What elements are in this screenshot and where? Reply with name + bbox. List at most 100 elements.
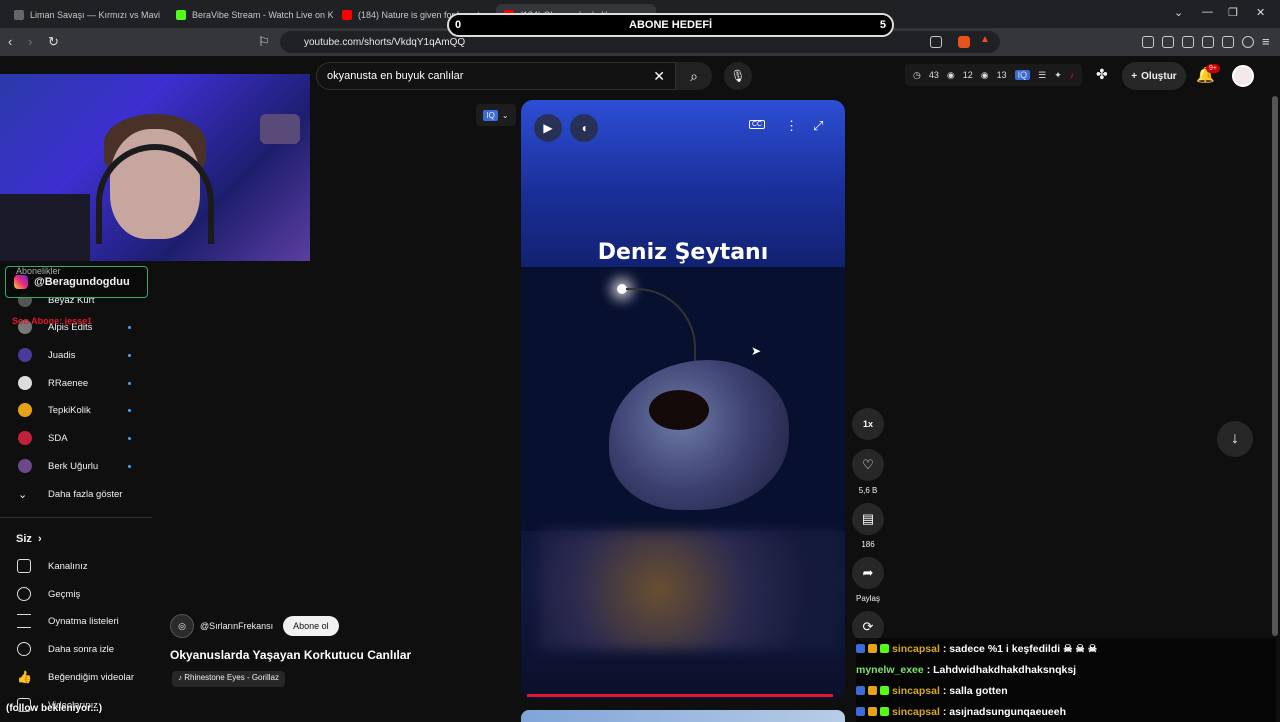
browser-tab[interactable]: Liman Savaşı — Kırmızı vs Mavi [6, 4, 166, 26]
volume-button[interactable]: ◖ [570, 114, 598, 142]
play-button[interactable]: ▶ [534, 114, 562, 142]
sidebar-item-rraenee[interactable]: RRaenee [0, 370, 150, 396]
video-progress-bar[interactable] [527, 694, 833, 697]
plus-icon: + [1131, 70, 1138, 82]
url-text: youtube.com/shorts/VkdqY1qAmQQ [304, 36, 466, 48]
create-button[interactable]: + Oluştur [1122, 62, 1186, 90]
playlist-icon [17, 614, 31, 628]
menu-icon[interactable]: ≡ [1262, 34, 1270, 49]
forward-icon[interactable]: › [28, 34, 32, 49]
bookmark-icon[interactable]: ⚐ [258, 34, 270, 50]
mic-icon: 🎙 [730, 69, 746, 83]
avatar[interactable] [1232, 65, 1254, 87]
brave-shield-icon[interactable] [958, 36, 970, 48]
maximize-icon[interactable]: ❐ [1228, 6, 1238, 19]
sidebar-item-playlists[interactable]: Oynatma listeleri [0, 608, 150, 634]
playback-speed-button[interactable]: 1x [852, 408, 884, 440]
new-content-dot [128, 436, 131, 440]
subscribe-button[interactable]: Abone ol [283, 616, 339, 636]
tab-label: BeraVibe Stream - Watch Live on Kick [192, 10, 333, 20]
share-button[interactable]: ➦ [852, 557, 884, 589]
back-icon[interactable]: ‹ [8, 34, 12, 49]
chevron-down-icon: ⌄ [18, 488, 28, 501]
subscriptions-header[interactable]: Abonelikler [16, 266, 61, 276]
sidebar-item-label: Daha sonra izle [48, 643, 115, 655]
voice-search-button[interactable]: 🎙 [724, 62, 752, 90]
badge-icon [856, 707, 865, 716]
extension-stats[interactable]: ◷ 43 ◉ 12 ◉ 13 IQ ☰ ✦ ♪ [905, 64, 1083, 86]
shorts-player[interactable]: ▶ ◖ CC ⋮ ⤢ Deniz Şeytanı ➤ [521, 100, 845, 700]
short-title[interactable]: Okyanuslarda Yaşayan Korkutucu Canlılar [170, 648, 411, 662]
channel-avatar[interactable]: ◎ [170, 614, 194, 638]
brand-icon[interactable]: ✤ [1096, 66, 1108, 83]
fullscreen-icon[interactable]: ⤢ [813, 118, 823, 134]
follow-status: (follow bekleniyor...) [6, 703, 103, 714]
chat-message: sincapsal : sadece %1 i keşfedildi ☠ ☠ ☠ [856, 638, 1276, 659]
sidebar-item-juadis[interactable]: Juadis [0, 342, 150, 368]
scrollbar[interactable] [1272, 96, 1278, 636]
clock-icon: ◷ [913, 69, 921, 80]
sidebar-item-sda[interactable]: SDA [0, 425, 150, 451]
arrow-down-icon: ↓ [1231, 430, 1239, 447]
music-note-icon: ♪ [178, 673, 182, 682]
minimize-icon[interactable]: — [1202, 6, 1213, 18]
channel-avatar [18, 376, 32, 390]
iq-extension-chip[interactable]: IQ ⌄ [476, 104, 516, 126]
sidebar-item-history[interactable]: Geçmiş [0, 581, 150, 607]
reload-icon[interactable]: ↻ [48, 34, 59, 50]
chat-overlay: sincapsal : sadece %1 i keşfedildi ☠ ☠ ☠… [856, 638, 1276, 722]
music-chip[interactable]: ♪ Rhinestone Eyes - Gorillaz [172, 671, 285, 687]
chat-text: : salla gotten [942, 684, 1008, 697]
music-icon[interactable] [1162, 36, 1174, 48]
vpn-icon[interactable] [1242, 36, 1254, 48]
history-icon [17, 587, 31, 601]
badge-icon [880, 644, 889, 653]
next-video-button[interactable]: ↓ [1217, 421, 1253, 457]
chat-text: : Lahdwidhakdhakdhaksnqksj [926, 663, 1077, 676]
leo-icon[interactable] [1222, 36, 1234, 48]
badge-icon [868, 707, 877, 716]
brave-rewards-icon[interactable]: ▲ [980, 34, 992, 46]
channel-name[interactable]: @SırlarınFrekansı [200, 621, 273, 631]
search-input[interactable]: okyanusta en buyuk canlılar ✕ [316, 62, 676, 90]
subscriber-goal-bar: 0 ABONE HEDEFİ 5 [447, 13, 894, 37]
like-count: 5,6 B [858, 486, 878, 495]
sidebar-item-tepkikolik[interactable]: TepkiKolik [0, 397, 150, 423]
chat-username: sincapsal [892, 684, 940, 697]
comments-button[interactable]: ▤ [852, 503, 884, 535]
stat-value: 12 [962, 70, 973, 80]
wallet-icon[interactable] [1202, 36, 1214, 48]
sidebar-item-berk-ugurlu[interactable]: Berk Uğurlu [0, 453, 150, 479]
goal-label: ABONE HEDEFİ [629, 19, 713, 31]
sidebar-item-watch-later[interactable]: Daha sonra izle [0, 636, 150, 662]
you-section-header[interactable]: Siz › [0, 526, 150, 552]
sidebar-item-liked-videos[interactable]: 👍 Beğendiğim videolar [0, 664, 150, 690]
sidebar-item-label: SDA [48, 432, 68, 444]
clear-search-icon[interactable]: ✕ [653, 68, 665, 85]
share-label: Paylaş [855, 594, 880, 603]
more-options-icon[interactable]: ⋮ [785, 118, 798, 134]
youtube-icon [342, 10, 352, 20]
chat-text: : sadece %1 i keşfedildi ☠ ☠ ☠ [942, 642, 1098, 655]
browser-tab[interactable]: BeraVibe Stream - Watch Live on Kick [168, 4, 333, 26]
badge-icon [856, 686, 865, 695]
next-short-preview[interactable] [521, 710, 845, 722]
captions-icon[interactable]: CC [749, 120, 766, 129]
instagram-icon [14, 275, 28, 289]
sidebar-item-label: TepkiKolik [48, 404, 91, 416]
like-button[interactable]: ♡ [852, 449, 884, 481]
channel-avatar [18, 403, 32, 417]
sidebar-item-label: Beğendiğim videolar [48, 671, 135, 683]
extensions-icon[interactable] [1142, 36, 1154, 48]
sidebar-icon[interactable] [1182, 36, 1194, 48]
search-button[interactable]: ⌕ [676, 62, 712, 90]
sidebar-item-label: Juadis [48, 349, 76, 361]
cast-icon[interactable] [930, 36, 942, 48]
sidebar-item-your-channel[interactable]: Kanalınız [0, 553, 150, 579]
clock-icon [17, 642, 31, 656]
show-more-button[interactable]: ⌄ Daha fazla göster [0, 481, 150, 507]
tab-label: Liman Savaşı — Kırmızı vs Mavi [30, 10, 161, 20]
show-more-label: Daha fazla göster [48, 488, 123, 500]
close-window-icon[interactable]: ✕ [1256, 6, 1265, 19]
tab-search-icon[interactable]: ⌄ [1174, 6, 1183, 19]
